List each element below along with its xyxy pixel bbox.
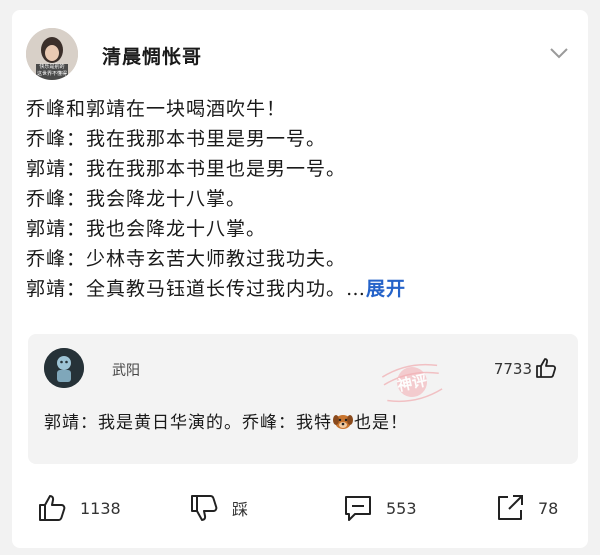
comment-button[interactable]: 553 bbox=[342, 488, 417, 528]
post-content: 乔峰和郭靖在一块喝酒吹牛！ 乔峰：我在我那本书里是男一号。 郭靖：我在我那本书里… bbox=[26, 94, 576, 304]
comment-username[interactable]: 武阳 bbox=[112, 360, 140, 380]
content-line: 乔峰：少林寺玄苦大师教过我功夫。 bbox=[26, 248, 347, 270]
comment-count: 553 bbox=[386, 498, 417, 518]
share-button[interactable]: 78 bbox=[494, 488, 558, 528]
expand-link[interactable]: 展开 bbox=[366, 278, 406, 300]
dislike-button[interactable]: 踩 bbox=[188, 488, 248, 528]
avatar-caption-2: 这世界不懂得 bbox=[37, 70, 67, 77]
thumbs-up-icon[interactable] bbox=[534, 356, 558, 380]
like-count: 1138 bbox=[80, 498, 121, 518]
post-header: 快乐是别的 这世界不懂得 清晨惆怅哥 bbox=[26, 26, 574, 82]
stamp-badge: 神评 bbox=[381, 363, 443, 403]
ellipsis: … bbox=[346, 278, 367, 300]
hot-comment[interactable]: 武阳 神评 7733 郭靖：我是黄日华演的。乔峰：我特 也是！ bbox=[28, 334, 578, 464]
share-count: 78 bbox=[538, 498, 559, 518]
comment-text-before: 郭靖：我是黄日华演的。乔峰：我特 bbox=[44, 413, 332, 433]
comment-avatar[interactable] bbox=[44, 348, 84, 388]
post-card: 快乐是别的 这世界不懂得 清晨惆怅哥 乔峰和郭靖在一块喝酒吹牛！ 乔峰：我在我那… bbox=[12, 10, 588, 548]
thumbs-up-icon bbox=[39, 495, 66, 521]
like-button[interactable]: 1138 bbox=[36, 488, 121, 528]
comment-like-count: 7733 bbox=[493, 360, 532, 378]
action-bar: 1138 踩 553 78 bbox=[12, 488, 588, 528]
content-line: 乔峰：我在我那本书里是男一号。 bbox=[26, 128, 327, 150]
dog-emoji-icon bbox=[333, 415, 353, 429]
dislike-label: 踩 bbox=[232, 500, 249, 519]
chevron-down-icon[interactable] bbox=[548, 42, 570, 64]
content-line: 郭靖：我在我那本书里也是男一号。 bbox=[26, 158, 347, 180]
comment-text-after: 也是！ bbox=[354, 413, 408, 433]
comment-text: 郭靖：我是黄日华演的。乔峰：我特 也是！ bbox=[44, 408, 408, 433]
username[interactable]: 清晨惆怅哥 bbox=[102, 42, 202, 69]
content-last-line: 郭靖：全真教马钰道长传过我内功。…展开 bbox=[26, 274, 576, 304]
content-line: 乔峰：我会降龙十八掌。 bbox=[26, 188, 247, 210]
content-line: 郭靖：我也会降龙十八掌。 bbox=[26, 218, 267, 240]
avatar-image: 快乐是别的 这世界不懂得 bbox=[26, 28, 78, 80]
content-line-text: 郭靖：全真教马钰道长传过我内功。 bbox=[26, 278, 347, 300]
comment-avatar-image bbox=[44, 348, 84, 388]
thumbs-down-icon bbox=[191, 495, 218, 521]
share-icon bbox=[498, 495, 523, 520]
content-line: 乔峰和郭靖在一块喝酒吹牛！ bbox=[26, 98, 287, 120]
avatar-caption-1: 快乐是别的 bbox=[39, 63, 64, 70]
avatar[interactable]: 快乐是别的 这世界不懂得 bbox=[26, 28, 78, 80]
comment-icon bbox=[345, 496, 371, 521]
